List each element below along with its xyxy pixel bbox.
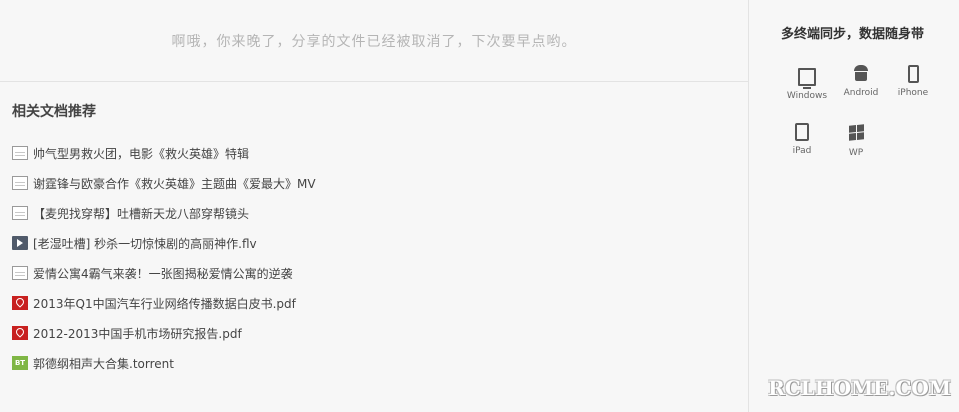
doc-icon bbox=[12, 206, 28, 220]
device-label: WP bbox=[848, 148, 864, 158]
list-item[interactable]: 爱情公寓4霸气来袭！一张图揭秘爱情公寓的逆袭 bbox=[12, 258, 316, 288]
list-item[interactable]: BT 郭德纲相声大合集.torrent bbox=[12, 348, 316, 378]
device-ipad[interactable]: iPad bbox=[776, 123, 828, 156]
device-iphone[interactable]: iPhone bbox=[887, 65, 939, 98]
file-name[interactable]: 2013年Q1中国汽车行业网络传播数据白皮书.pdf bbox=[33, 295, 296, 312]
list-item[interactable]: 谢霆锋与欧豪合作《救火英雄》主题曲《爱最大》MV bbox=[12, 168, 316, 198]
list-item[interactable]: 【麦兜找穿帮】吐槽新天龙八部穿帮镜头 bbox=[12, 198, 316, 228]
device-label: Windows bbox=[786, 91, 828, 101]
device-wp[interactable]: WP bbox=[830, 123, 882, 158]
list-item[interactable]: [老湿吐槽] 秒杀一切惊悚剧的高丽神作.flv bbox=[12, 228, 316, 258]
file-name[interactable]: [老湿吐槽] 秒杀一切惊悚剧的高丽神作.flv bbox=[33, 235, 257, 252]
video-icon bbox=[12, 236, 28, 250]
file-name[interactable]: 郭德纲相声大合集.torrent bbox=[33, 355, 174, 372]
file-name[interactable]: 帅气型男救火团，电影《救火英雄》特辑 bbox=[33, 145, 249, 162]
doc-icon bbox=[12, 176, 28, 190]
watermark: RCLHOME.COM bbox=[768, 376, 951, 400]
sync-sidebar: 多终端同步，数据随身带 Windows Android iPhone iPad … bbox=[748, 0, 959, 412]
monitor-icon bbox=[798, 68, 816, 89]
file-name[interactable]: 2012-2013中国手机市场研究报告.pdf bbox=[33, 325, 242, 342]
pdf-icon bbox=[12, 296, 28, 310]
sync-title: 多终端同步，数据随身带 bbox=[781, 27, 925, 42]
tablet-icon bbox=[795, 123, 809, 141]
android-icon bbox=[854, 65, 868, 83]
list-item[interactable]: 2012-2013中国手机市场研究报告.pdf bbox=[12, 318, 316, 348]
file-name[interactable]: 爱情公寓4霸气来袭！一张图揭秘爱情公寓的逆袭 bbox=[33, 265, 293, 282]
bt-icon: BT bbox=[12, 356, 28, 370]
doc-icon bbox=[12, 266, 28, 280]
file-name[interactable]: 【麦兜找穿帮】吐槽新天龙八部穿帮镜头 bbox=[33, 205, 249, 222]
recommend-list: 帅气型男救火团，电影《救火英雄》特辑 谢霆锋与欧豪合作《救火英雄》主题曲《爱最大… bbox=[12, 138, 316, 378]
share-cancelled-notice: 啊哦，你来晚了，分享的文件已经被取消了，下次要早点哟。 bbox=[0, 0, 748, 82]
phone-icon bbox=[907, 65, 919, 83]
device-label: Android bbox=[843, 88, 879, 98]
list-item[interactable]: 2013年Q1中国汽车行业网络传播数据白皮书.pdf bbox=[12, 288, 316, 318]
main-panel: 啊哦，你来晚了，分享的文件已经被取消了，下次要早点哟。 相关文档推荐 帅气型男救… bbox=[0, 0, 748, 412]
doc-icon bbox=[12, 146, 28, 160]
file-name[interactable]: 谢霆锋与欧豪合作《救火英雄》主题曲《爱最大》MV bbox=[33, 175, 316, 192]
device-label: iPad bbox=[792, 146, 812, 156]
pdf-icon bbox=[12, 326, 28, 340]
device-label: iPhone bbox=[897, 88, 929, 98]
list-item[interactable]: 帅气型男救火团，电影《救火英雄》特辑 bbox=[12, 138, 316, 168]
device-android[interactable]: Android bbox=[835, 65, 887, 98]
recommend-title: 相关文档推荐 bbox=[12, 104, 96, 120]
windows-logo-icon bbox=[848, 124, 864, 144]
device-windows[interactable]: Windows bbox=[781, 66, 833, 101]
